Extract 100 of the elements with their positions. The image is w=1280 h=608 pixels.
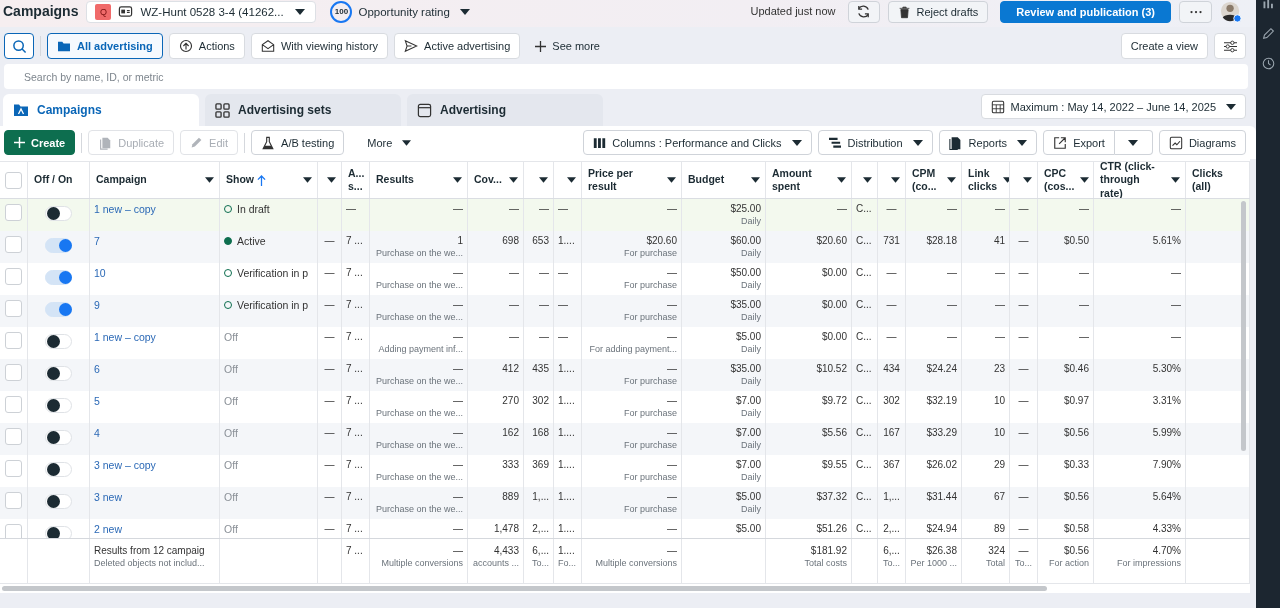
pencil-icon[interactable] [1261, 27, 1275, 40]
column-header[interactable]: CPC (cos... [1038, 162, 1094, 198]
tab[interactable]: Advertising sets [205, 94, 401, 126]
row-checkbox[interactable] [5, 524, 22, 538]
toggle-switch[interactable] [45, 366, 72, 381]
search-field[interactable]: Search by name, ID, or metric [4, 64, 1248, 89]
account-selector[interactable]: Q WZ-Hunt 0528 3-4 (41262... [86, 0, 317, 23]
column-header[interactable]: A... s... [342, 162, 370, 198]
row-checkbox[interactable] [5, 364, 22, 381]
column-header[interactable]: CPM (co... [906, 162, 962, 198]
campaign-link[interactable]: 5 [94, 395, 100, 407]
row-checkbox[interactable] [5, 204, 22, 221]
column-header[interactable]: CTR (click-through rate) [1094, 162, 1186, 198]
row-checkbox[interactable] [5, 300, 22, 317]
filter-chip[interactable]: With viewing history [250, 33, 389, 59]
caret-icon [567, 177, 576, 183]
toggle-switch[interactable] [45, 206, 72, 221]
cell-caption: Daily [741, 471, 761, 483]
caret-icon [205, 177, 214, 183]
cell-value: 7 ... [346, 427, 363, 439]
cell-value: — [1079, 299, 1089, 311]
cell-caption: For purchase [623, 247, 677, 259]
campaign-link[interactable]: 7 [94, 235, 100, 247]
see-more-button[interactable]: See more [526, 33, 609, 59]
chart-icon [1168, 135, 1183, 150]
filter-chip[interactable]: Actions [168, 33, 245, 59]
filter-chip[interactable]: All advertising [47, 33, 163, 59]
toggle-switch[interactable] [45, 398, 72, 413]
search-button[interactable] [4, 33, 34, 59]
row-checkbox[interactable] [5, 428, 22, 445]
cell-value: $60.00 [730, 235, 761, 247]
caret-icon [295, 8, 306, 15]
toolbar-button[interactable]: Export [1043, 130, 1115, 155]
column-header[interactable]: Link clicks [962, 162, 1010, 198]
cell-value: — [995, 203, 1005, 215]
row-checkbox[interactable] [5, 492, 22, 509]
column-header[interactable]: Results [370, 162, 468, 198]
refresh-button[interactable] [847, 0, 880, 23]
status-label: Verification in p [224, 267, 309, 279]
column-header[interactable]: Amount spent [766, 162, 852, 198]
row-checkbox[interactable] [5, 236, 22, 253]
row-checkbox[interactable] [5, 268, 22, 285]
campaign-link[interactable]: 6 [94, 363, 100, 375]
column-header[interactable]: Campaign [90, 162, 220, 198]
column-header[interactable]: Off / On [28, 162, 90, 198]
toggle-switch[interactable] [45, 302, 72, 317]
column-header[interactable]: Cov... [468, 162, 524, 198]
toolbar-button[interactable]: Diagrams [1158, 130, 1246, 155]
date-range-button[interactable]: Maximum : May 14, 2022 – June 14, 2025 [980, 94, 1246, 119]
select-all-checkbox[interactable] [5, 172, 22, 189]
row-checkbox[interactable] [5, 332, 22, 349]
toggle-switch[interactable] [45, 270, 72, 285]
row-checkbox[interactable] [5, 396, 22, 413]
tab[interactable]: Campaigns [3, 94, 199, 126]
filter-chip[interactable]: Active advertising [394, 33, 521, 59]
cell-value: C... [856, 523, 872, 535]
bar-chart-icon[interactable] [1262, 0, 1274, 10]
status-label: Verification in p [224, 299, 309, 311]
toggle-switch[interactable] [45, 526, 72, 538]
campaign-link[interactable]: 3 new [94, 491, 123, 503]
toggle-switch[interactable] [45, 238, 72, 253]
campaign-link[interactable]: 4 [94, 427, 100, 439]
toolbar-button[interactable]: A/B testing [251, 130, 345, 155]
clock-icon[interactable] [1261, 57, 1275, 70]
column-header[interactable]: Price per result [582, 162, 682, 198]
toggle-switch[interactable] [45, 430, 72, 445]
campaign-link[interactable]: 9 [94, 299, 100, 311]
row-checkbox[interactable] [5, 460, 22, 477]
toolbar-button[interactable]: Columns : Performance and Clicks [583, 130, 812, 155]
campaign-link[interactable]: 1 new – copy [94, 203, 156, 215]
caret-icon [509, 177, 518, 183]
toggle-switch[interactable] [45, 494, 72, 509]
create-view-button[interactable]: Create a view [1120, 33, 1208, 59]
cell-value: — [558, 267, 568, 279]
cell-caption: Daily [741, 215, 761, 227]
toggle-switch[interactable] [45, 462, 72, 477]
column-header[interactable]: Budget [682, 162, 766, 198]
plus-icon [535, 40, 547, 52]
create-button[interactable]: Create [4, 130, 76, 155]
caret-icon [947, 177, 956, 183]
publish-button[interactable]: Review and publication (3) [1000, 0, 1171, 23]
cell-value: C... [856, 235, 872, 247]
cell-caption: Purchase on the we... [375, 247, 463, 259]
campaign-link[interactable]: 3 new – copy [94, 459, 156, 471]
toggle-switch[interactable] [45, 334, 72, 349]
campaign-link[interactable]: 2 new [94, 523, 123, 535]
toolbar-button[interactable]: Reports [938, 130, 1038, 155]
tab[interactable]: Advertising [407, 94, 603, 126]
campaign-link[interactable]: 1 new – copy [94, 331, 156, 343]
dropdown-button[interactable] [1114, 130, 1153, 155]
toolbar-button[interactable]: Distribution [817, 130, 933, 155]
campaign-link[interactable]: 10 [94, 267, 106, 279]
opportunity-rating[interactable]: 100 Opportunity rating [324, 0, 476, 23]
column-header[interactable]: Clicks (all) [1186, 162, 1250, 198]
user-avatar[interactable] [1220, 0, 1242, 23]
cell-caption: Purchase on the we... [375, 375, 463, 387]
settings-button[interactable] [1214, 33, 1246, 59]
column-header[interactable]: Show [220, 162, 318, 198]
cell-value: — [886, 203, 897, 215]
reject-drafts-button[interactable]: Reject drafts [887, 0, 989, 23]
